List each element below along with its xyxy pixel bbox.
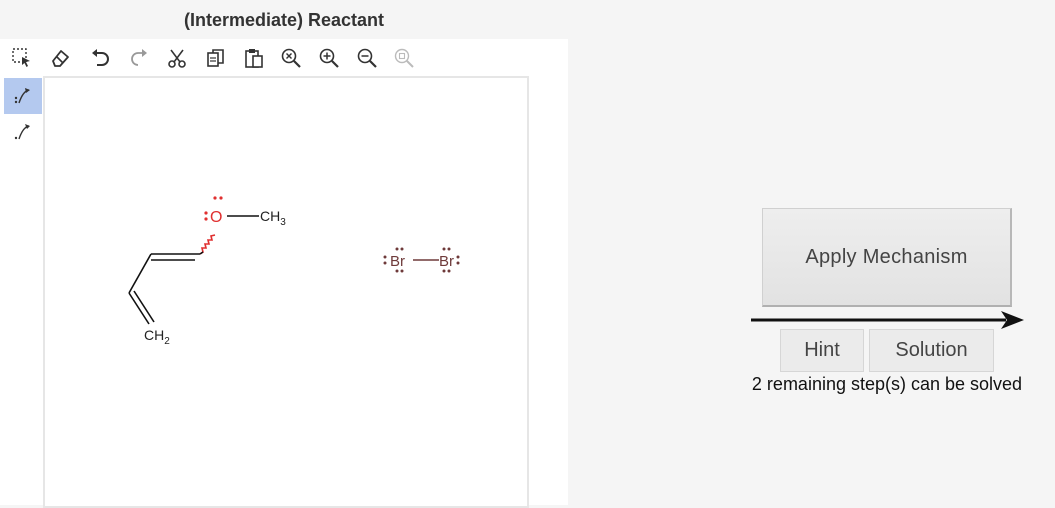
- paste-icon[interactable]: [241, 45, 267, 71]
- status-text: 2 remaining step(s) can be solved: [751, 374, 1023, 394]
- curved-arrow-pair-icon: [14, 88, 30, 104]
- lone-pair-dot: [213, 196, 217, 200]
- single-electron-arrow-tool[interactable]: [4, 114, 42, 150]
- lone-pair-dot: [204, 217, 208, 221]
- lone-pair-dot: [204, 211, 208, 215]
- copy-icon[interactable]: [203, 45, 229, 71]
- electron-pair-arrow-tool[interactable]: [4, 78, 42, 114]
- select-tool-icon[interactable]: [9, 45, 35, 71]
- reaction-arrow-icon: [751, 311, 1024, 329]
- hint-button[interactable]: Hint: [780, 329, 864, 372]
- apply-mechanism-button[interactable]: Apply Mechanism: [762, 208, 1012, 307]
- solution-button[interactable]: Solution: [869, 329, 994, 372]
- wavy-bond-c4-o: [199, 234, 216, 255]
- methylene-group[interactable]: CH2: [144, 327, 170, 347]
- redo-icon[interactable]: [126, 45, 152, 71]
- bromine-atom-left[interactable]: Br: [390, 253, 405, 270]
- editor-toolbar: [0, 39, 568, 77]
- panel-title: (Intermediate) Reactant: [183, 10, 385, 30]
- eraser-icon[interactable]: [47, 45, 73, 71]
- bromine-atom-right[interactable]: Br: [439, 253, 454, 270]
- zoom-in-icon[interactable]: [316, 45, 342, 71]
- zoom-reset-icon[interactable]: [278, 45, 304, 71]
- bond-c2-c3: [128, 253, 152, 294]
- curved-arrow-single-icon: [14, 124, 30, 140]
- methyl-group[interactable]: CH3: [260, 208, 286, 228]
- molecule-drawing: O CH3 CH2 Br Br: [128, 196, 460, 347]
- molecule-editor: O CH3 CH2 Br Br: [0, 39, 568, 508]
- oxygen-atom[interactable]: O: [210, 209, 222, 226]
- cut-icon[interactable]: [164, 45, 190, 71]
- zoom-fit-icon[interactable]: [391, 45, 417, 71]
- lone-pair-dot: [219, 196, 223, 200]
- zoom-out-icon[interactable]: [354, 45, 380, 71]
- undo-icon[interactable]: [87, 45, 113, 71]
- drawing-canvas[interactable]: O CH3 CH2 Br Br: [43, 76, 529, 508]
